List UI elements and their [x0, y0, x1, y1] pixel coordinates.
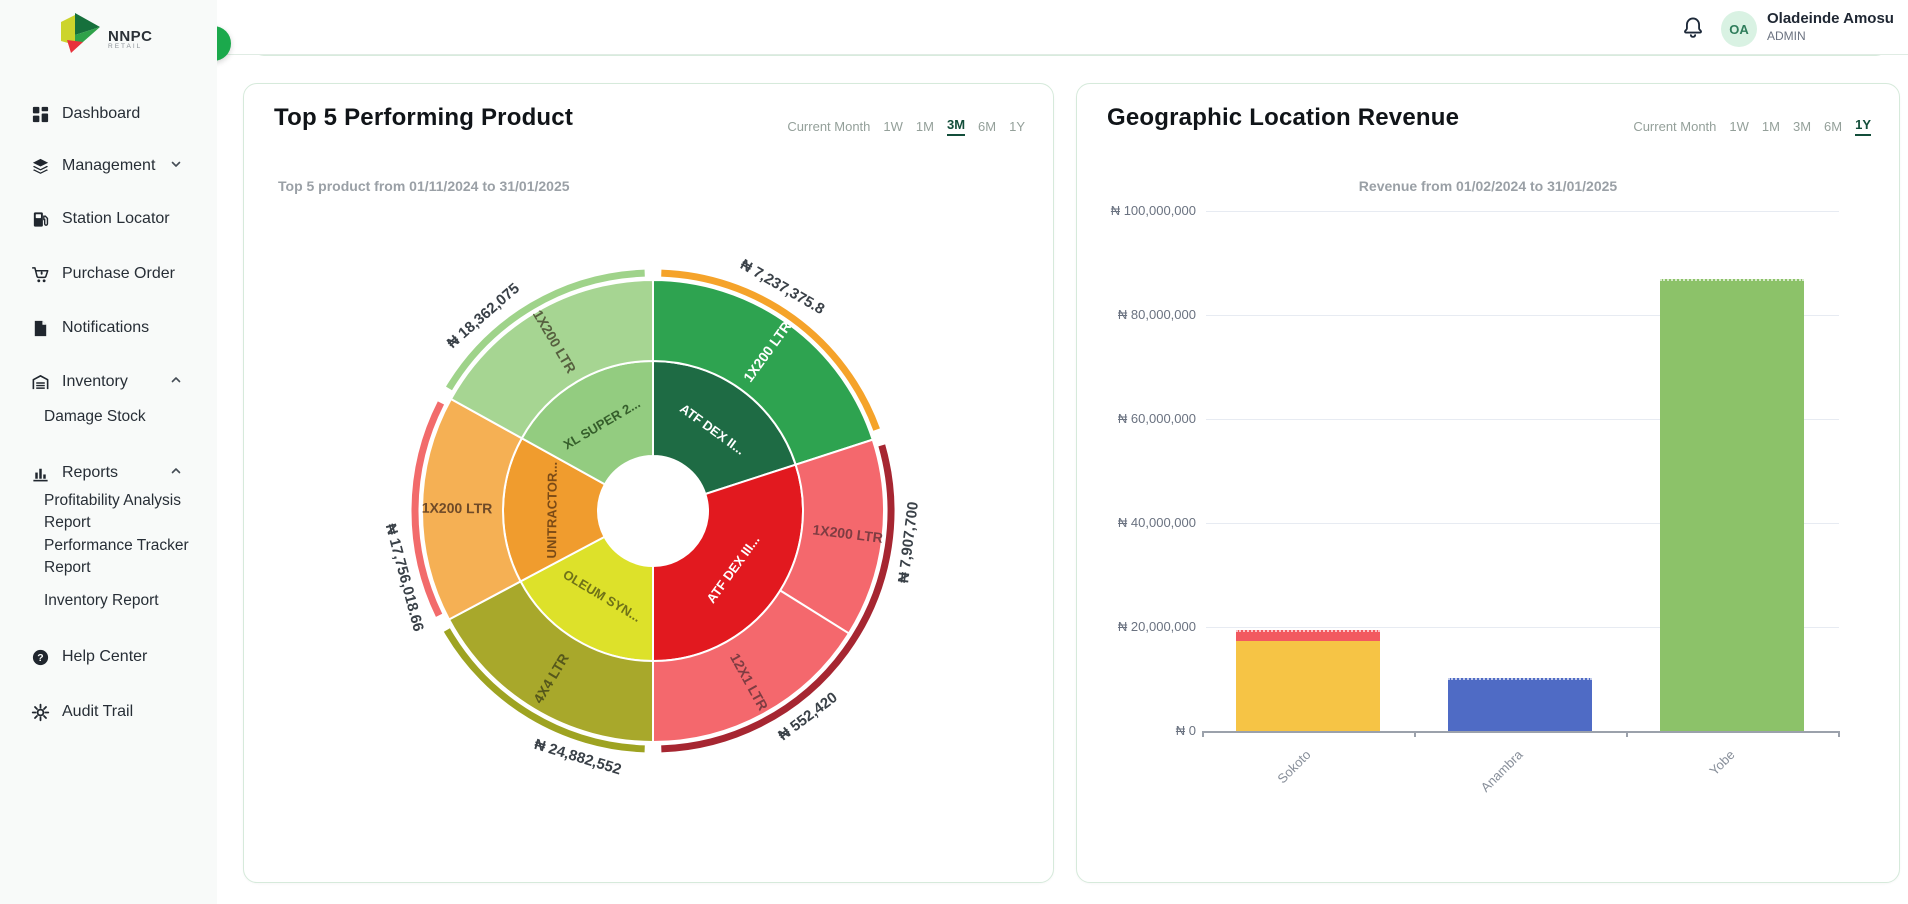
- sidebar-subitem-label: Damage Stock: [44, 408, 146, 425]
- management-icon: [30, 156, 50, 176]
- sidebar-item-audit-trail[interactable]: Audit Trail: [0, 694, 217, 730]
- sidebar-item-reports[interactable]: Reports: [0, 455, 217, 491]
- topbar: OA Oladeinde Amosu ADMIN: [217, 0, 1908, 55]
- sidebar-item-label: Management: [62, 157, 155, 175]
- audit-icon: [30, 702, 50, 722]
- x-axis-label-yobe: Yobe: [1649, 747, 1737, 835]
- sunburst-outer-label-1x200-ltr: 1X200 LTR: [422, 500, 493, 517]
- brand-name: NNPC: [108, 30, 153, 43]
- sidebar-item-label: Reports: [62, 464, 118, 482]
- sunburst-chart: ATF DEX II...1X200 LTR₦ 7,237,375.8ATF D…: [303, 161, 1003, 861]
- sidebar-item-label: Audit Trail: [62, 703, 133, 721]
- y-axis-tick-label: ₦ 20,000,000: [1084, 619, 1196, 634]
- app-root: NNPC RETAIL Dashboard Management Station L…: [0, 0, 1908, 904]
- sunburst-value-label-unitractor: ₦ 17,756,018.66: [382, 522, 427, 634]
- user-name: Oladeinde Amosu: [1767, 9, 1894, 29]
- sidebar-item-purchase-order[interactable]: Purchase Order: [0, 256, 217, 292]
- sidebar-item-label: Dashboard: [62, 105, 140, 123]
- x-axis-label-sokoto: Sokoto: [1225, 747, 1313, 835]
- notification-bell-icon[interactable]: [1680, 15, 1706, 41]
- nnpc-logo: NNPC RETAIL: [60, 12, 153, 56]
- period-filter-3m[interactable]: 3M: [947, 117, 965, 136]
- period-filter-6m[interactable]: 6M: [978, 119, 996, 134]
- sidebar-item-help-center[interactable]: ? Help Center: [0, 639, 217, 675]
- sidebar-subitem-label: Inventory Report: [44, 592, 159, 609]
- sidebar: NNPC RETAIL Dashboard Management Station L…: [0, 0, 217, 904]
- purchase-order-icon: [30, 264, 50, 284]
- x-axis-line: [1202, 731, 1840, 733]
- chevron-down-icon: [170, 157, 182, 175]
- user-avatar[interactable]: OA: [1721, 11, 1757, 47]
- x-axis-tick: [1414, 731, 1416, 737]
- bar-yobe[interactable]: [1660, 279, 1804, 731]
- sunburst-inner-label-unitractor: UNITRACTOR...: [544, 462, 560, 559]
- y-axis-tick-label: ₦ 100,000,000: [1084, 203, 1196, 218]
- card-title-top5: Top 5 Performing Product: [274, 104, 573, 132]
- sidebar-item-label: Help Center: [62, 648, 147, 666]
- y-axis-tick-label: ₦ 80,000,000: [1084, 307, 1196, 322]
- sidebar-subitem-inventory-report[interactable]: Inventory Report: [44, 590, 209, 612]
- sidebar-item-station-locator[interactable]: Station Locator: [0, 201, 217, 237]
- sidebar-item-management[interactable]: Management: [0, 148, 217, 184]
- user-menu[interactable]: Oladeinde Amosu ADMIN: [1767, 9, 1894, 44]
- sidebar-item-inventory[interactable]: Inventory: [0, 364, 217, 400]
- chevron-up-icon: [170, 464, 182, 482]
- top5-performing-product-card: Top 5 Performing Product Current Month 1W…: [243, 83, 1054, 883]
- y-axis-tick-label: ₦ 0: [1084, 723, 1196, 738]
- sidebar-item-dashboard[interactable]: Dashboard: [0, 96, 217, 132]
- sidebar-subitem-damage-stock[interactable]: Damage Stock: [44, 406, 209, 428]
- bar-sokoto-seg0[interactable]: [1236, 641, 1380, 731]
- svg-text:?: ?: [37, 653, 43, 664]
- notifications-icon: [30, 318, 50, 338]
- y-axis-tick-label: ₦ 60,000,000: [1084, 411, 1196, 426]
- sidebar-subitem-profitability-analysis-report[interactable]: Profitability Analysis Report: [44, 490, 209, 534]
- sidebar-item-label: Station Locator: [62, 210, 170, 228]
- sidebar-item-notifications[interactable]: Notifications: [0, 310, 217, 346]
- x-axis-tick: [1626, 731, 1628, 737]
- x-axis-label-anambra: Anambra: [1437, 747, 1525, 835]
- gridline-100000000: [1206, 211, 1839, 212]
- user-role: ADMIN: [1767, 29, 1894, 44]
- period-filter-1y[interactable]: 1Y: [1009, 119, 1025, 134]
- period-filter-current-month[interactable]: Current Month: [787, 119, 870, 134]
- bar-anambra[interactable]: [1448, 678, 1592, 731]
- x-axis-tick: [1202, 731, 1204, 737]
- sidebar-item-label: Purchase Order: [62, 265, 175, 283]
- sidebar-subitem-label: Profitability Analysis Report: [44, 492, 181, 531]
- period-filter-group-top5: Current Month 1W 1M 3M 6M 1Y: [787, 117, 1025, 136]
- sunburst-value-label-atf-dex-iii: ₦ 7,907,700: [895, 501, 922, 584]
- sidebar-subitem-label: Performance Tracker Report: [44, 537, 189, 576]
- reports-icon: [30, 463, 50, 483]
- user-initials: OA: [1729, 22, 1749, 37]
- inventory-icon: [30, 372, 50, 392]
- bar-chart: ₦ 0 ₦ 20,000,000 ₦ 40,000,000 ₦ 60,000,000 ₦…: [1077, 84, 1901, 884]
- help-icon: ?: [30, 647, 50, 667]
- bar-sokoto-seg1[interactable]: [1236, 630, 1380, 641]
- sidebar-subitem-performance-tracker-report[interactable]: Performance Tracker Report: [44, 535, 209, 579]
- geographic-location-revenue-card: Geographic Location Revenue Current Mont…: [1076, 83, 1900, 883]
- dashboard-icon: [30, 104, 50, 124]
- sidebar-item-label: Notifications: [62, 319, 149, 337]
- y-axis-tick-label: ₦ 40,000,000: [1084, 515, 1196, 530]
- period-filter-1m[interactable]: 1M: [916, 119, 934, 134]
- period-filter-1w[interactable]: 1W: [883, 119, 903, 134]
- x-axis-tick: [1838, 731, 1840, 737]
- nnpc-logo-icon: [60, 12, 106, 56]
- chevron-up-icon: [170, 373, 182, 391]
- sidebar-item-label: Inventory: [62, 373, 128, 391]
- station-locator-icon: [30, 209, 50, 229]
